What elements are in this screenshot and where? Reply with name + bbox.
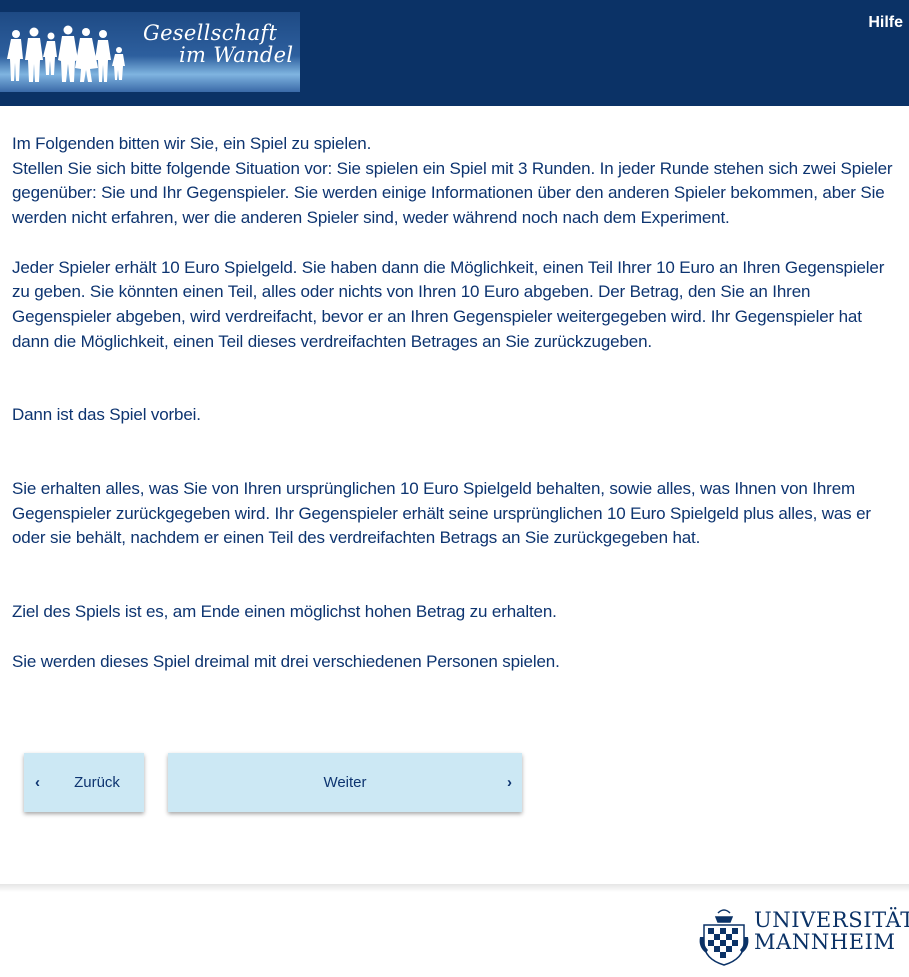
chevron-right-icon: ›: [507, 774, 512, 791]
paragraph-goal: Ziel des Spiels ist es, am Ende einen mö…: [12, 602, 557, 622]
instructions-text: Im Folgenden bitten wir Sie, ein Spiel z…: [12, 132, 902, 674]
footer-divider: [0, 884, 909, 892]
gesellschaft-im-wandel-logo: Gesellschaft im Wandel: [0, 12, 300, 92]
family-silhouettes-icon: [7, 25, 125, 82]
university-name: UNIVERSITÄT MANNHEIM: [754, 909, 909, 953]
help-link[interactable]: Hilfe: [868, 14, 903, 32]
paragraph-rules: Jeder Spieler erhält 10 Euro Spielgeld. …: [12, 257, 885, 351]
paragraph-situation: Stellen Sie sich bitte folgende Situatio…: [12, 158, 893, 228]
back-button[interactable]: ‹ Zurück: [24, 753, 144, 812]
next-button[interactable]: Weiter ›: [168, 753, 522, 812]
logo-text: Gesellschaft im Wandel: [143, 22, 293, 66]
chevron-left-icon: ‹: [35, 774, 40, 791]
paragraph-end: Dann ist das Spiel vorbei.: [12, 405, 201, 425]
university-name-line-1: UNIVERSITÄT: [754, 908, 909, 932]
university-name-line-2: MANNHEIM: [754, 930, 896, 954]
next-button-label: Weiter: [323, 774, 367, 791]
page-header: Gesellschaft im Wandel Hilfe: [0, 0, 909, 106]
university-crest-icon: [699, 909, 749, 966]
paragraph-payout: Sie erhalten alles, was Sie von Ihren ur…: [12, 479, 871, 548]
back-button-label: Zurück: [74, 774, 120, 791]
paragraph-intro: Im Folgenden bitten wir Sie, ein Spiel z…: [12, 134, 372, 153]
university-mannheim-logo: UNIVERSITÄT MANNHEIM: [698, 907, 909, 967]
logo-line-1: Gesellschaft: [143, 21, 278, 45]
logo-line-2: im Wandel: [179, 43, 294, 67]
paragraph-repetition: Sie werden dieses Spiel dreimal mit drei…: [12, 651, 560, 671]
